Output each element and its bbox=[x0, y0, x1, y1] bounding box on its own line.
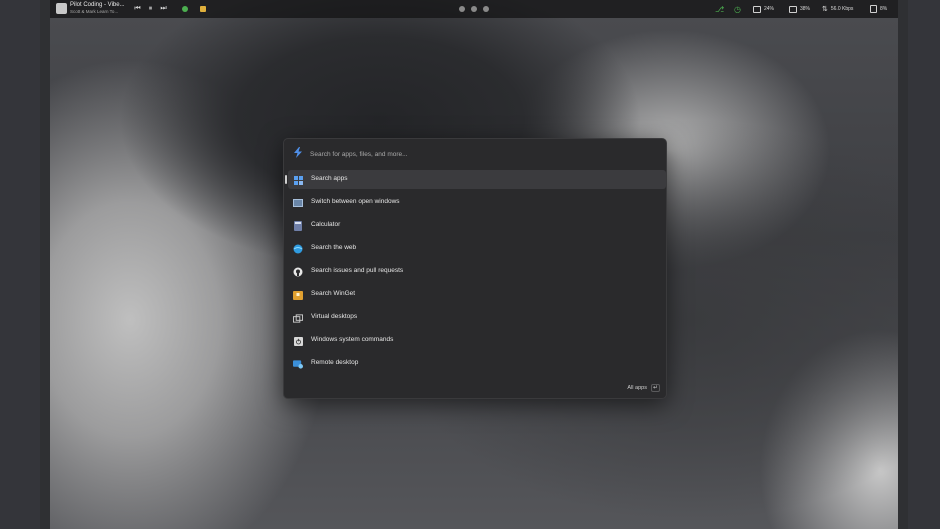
power-icon bbox=[293, 336, 303, 346]
workspace-dot-1[interactable] bbox=[459, 6, 465, 12]
result-switch-windows[interactable]: Switch between open windows bbox=[288, 193, 666, 212]
result-system-commands[interactable]: Windows system commands bbox=[288, 331, 666, 350]
window-switch-icon bbox=[293, 198, 303, 208]
media-title[interactable]: Pilot Coding - Vibe... bbox=[70, 2, 125, 8]
enter-key-icon: ↵ bbox=[651, 384, 660, 392]
next-track-icon[interactable]: ⏭ bbox=[159, 4, 168, 14]
desktop: Pilot Coding - Vibe... Scott & Mark Lear… bbox=[0, 0, 940, 529]
top-bar: Pilot Coding - Vibe... Scott & Mark Lear… bbox=[50, 0, 898, 18]
memory-icon bbox=[789, 5, 797, 13]
result-label: Virtual desktops bbox=[311, 313, 358, 320]
network-stat[interactable]: ⇅ 56.0 Kbps bbox=[822, 0, 853, 18]
cpu-icon bbox=[753, 5, 761, 13]
launcher-footer: All apps ↵ bbox=[627, 384, 660, 392]
remote-desktop-icon bbox=[293, 359, 303, 369]
app-tray-icon-folder[interactable] bbox=[200, 6, 206, 12]
result-search-winget[interactable]: Search WinGet bbox=[288, 285, 666, 304]
battery-stat[interactable]: 8% bbox=[870, 0, 887, 18]
battery-icon bbox=[870, 5, 877, 13]
cpu-stat[interactable]: 24% bbox=[753, 0, 774, 18]
result-label: Search apps bbox=[311, 175, 348, 182]
result-label: Windows system commands bbox=[311, 336, 394, 343]
result-virtual-desktops[interactable]: Virtual desktops bbox=[288, 308, 666, 327]
memory-value: 38% bbox=[800, 6, 811, 12]
search-row bbox=[284, 139, 666, 169]
selection-indicator bbox=[285, 175, 287, 184]
cpu-value: 24% bbox=[764, 6, 775, 12]
git-branch-icon[interactable]: ⎇ bbox=[715, 0, 724, 18]
workspace-dot-3[interactable] bbox=[483, 6, 489, 12]
calculator-icon bbox=[293, 221, 303, 231]
app-tray-icon-green[interactable] bbox=[182, 6, 188, 12]
network-value: 56.0 Kbps bbox=[830, 6, 854, 12]
result-calculator[interactable]: Calculator bbox=[288, 216, 666, 235]
result-github-issues[interactable]: Search issues and pull requests bbox=[288, 262, 666, 281]
battery-value: 8% bbox=[880, 6, 888, 12]
memory-stat[interactable]: 38% bbox=[789, 0, 810, 18]
workspace-dot-2[interactable] bbox=[471, 6, 477, 12]
result-label: Search WinGet bbox=[311, 290, 356, 297]
all-apps-label[interactable]: All apps bbox=[627, 385, 647, 391]
media-subtitle: Scott & Mark Learn To... bbox=[70, 9, 119, 14]
network-icon: ⇅ bbox=[822, 6, 828, 13]
command-palette: Search apps Switch between open windows … bbox=[283, 138, 667, 399]
package-icon bbox=[293, 290, 303, 300]
result-label: Remote desktop bbox=[311, 359, 359, 366]
result-label: Calculator bbox=[311, 221, 341, 228]
search-input[interactable] bbox=[310, 148, 650, 161]
result-label: Search issues and pull requests bbox=[311, 267, 404, 274]
result-search-web[interactable]: Search the web bbox=[288, 239, 666, 258]
grid-apps-icon bbox=[293, 175, 303, 185]
github-icon bbox=[293, 267, 303, 277]
virtual-desktops-icon bbox=[293, 313, 303, 323]
result-search-apps[interactable]: Search apps bbox=[285, 170, 666, 189]
device-bezel-right bbox=[908, 0, 940, 529]
result-remote-desktop[interactable]: Remote desktop bbox=[288, 354, 666, 373]
pause-icon[interactable]: ⏸ bbox=[146, 4, 155, 14]
lightning-search-icon bbox=[294, 147, 302, 158]
device-bezel-left bbox=[0, 0, 40, 529]
result-label: Search the web bbox=[311, 244, 357, 251]
previous-track-icon[interactable]: ⏮ bbox=[133, 4, 142, 14]
result-label: Switch between open windows bbox=[311, 198, 400, 205]
clock-status-icon[interactable]: ◷ bbox=[734, 0, 741, 18]
globe-icon bbox=[293, 244, 303, 254]
media-thumbnail-icon[interactable] bbox=[56, 3, 67, 14]
